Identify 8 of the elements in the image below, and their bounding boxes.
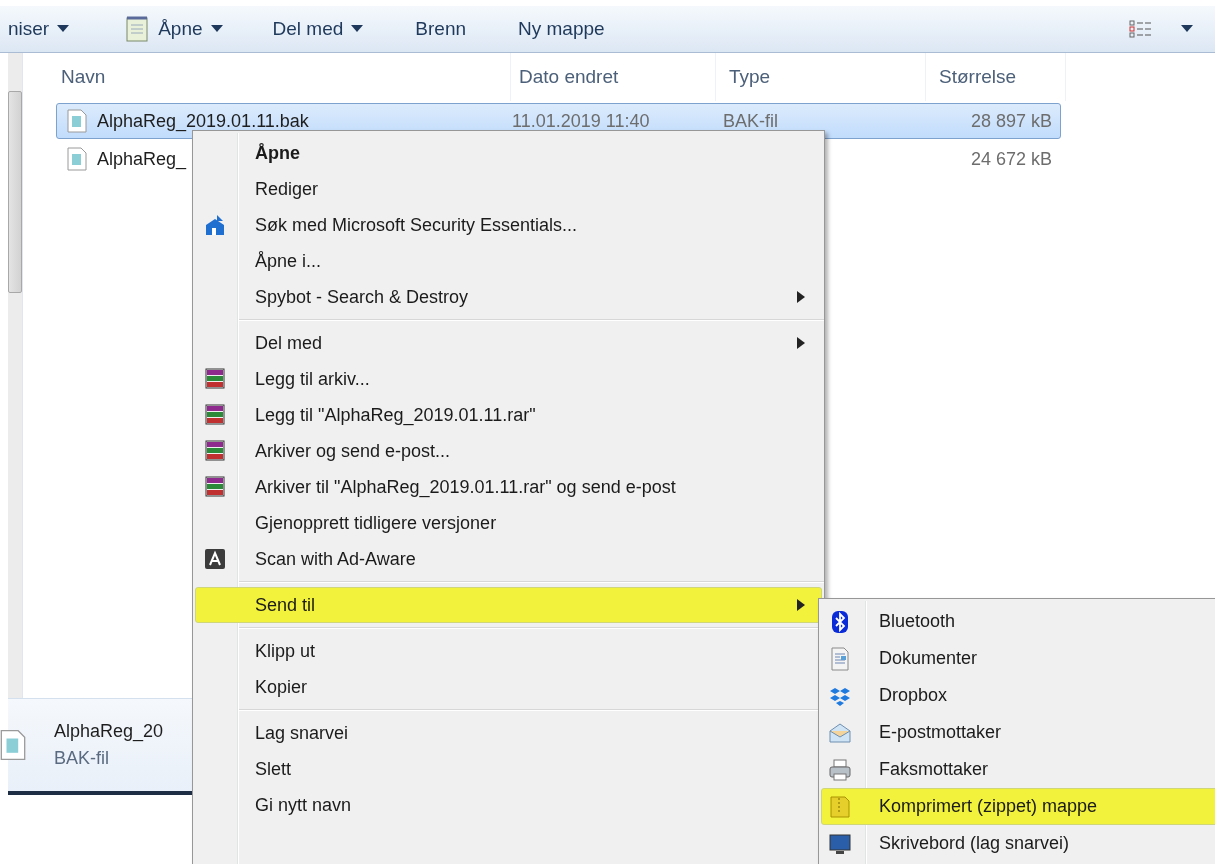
file-type: BAK-fil (723, 110, 778, 132)
file-name: AlphaReg_ (97, 148, 187, 170)
file-name: AlphaReg_20 (54, 721, 164, 742)
file-size: 28 897 kB (970, 110, 1052, 132)
file-size: 24 672 kB (970, 148, 1052, 170)
file-type: BAK-fil (54, 748, 110, 769)
file-name: AlphaReg_2019.01.11.bak (97, 110, 309, 132)
file-date: 11.01.2019 11:40 (512, 110, 650, 132)
